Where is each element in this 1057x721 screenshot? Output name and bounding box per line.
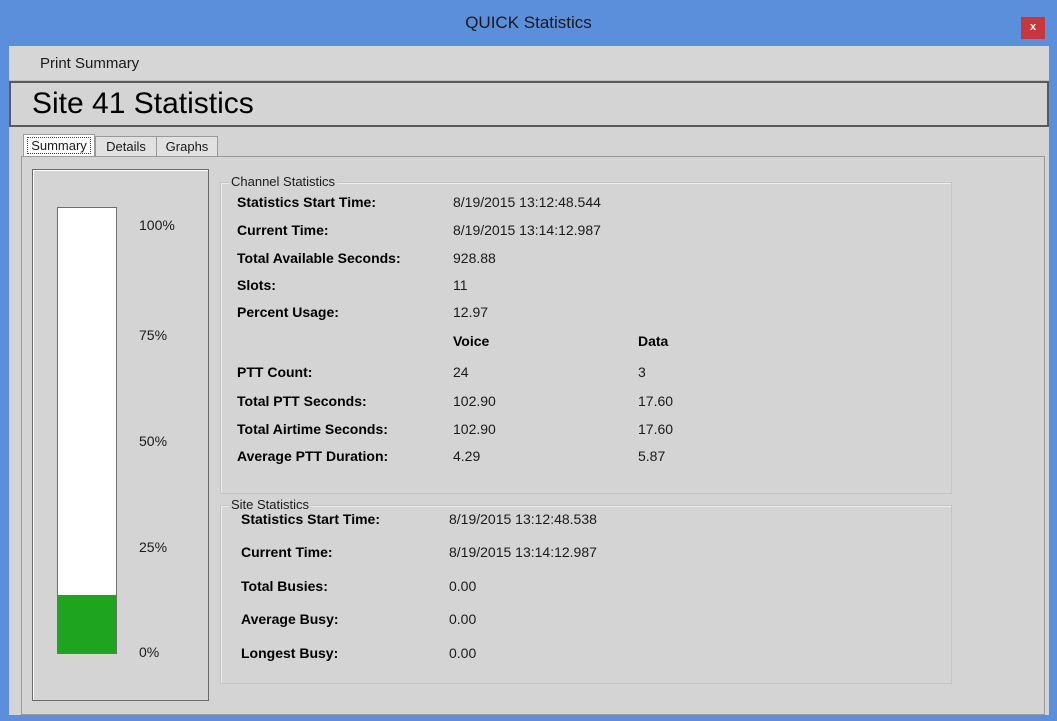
channel-current-time-label: Current Time: bbox=[237, 222, 329, 238]
site-statistics-group: Site Statistics Statistics Start Time: 8… bbox=[220, 497, 952, 684]
longest-busy-value: 0.00 bbox=[449, 645, 477, 661]
slots-value: 11 bbox=[453, 277, 468, 293]
channel-statistics-title: Channel Statistics bbox=[229, 174, 338, 189]
ptt-count-label: PTT Count: bbox=[237, 364, 313, 380]
longest-busy-label: Longest Busy: bbox=[241, 645, 339, 661]
meter-label-100: 100% bbox=[139, 217, 175, 233]
meter-label-75: 75% bbox=[139, 327, 168, 343]
channel-start-time-value: 8/19/2015 13:12:48.544 bbox=[453, 194, 601, 210]
title-bar[interactable]: QUICK Statistics x bbox=[0, 0, 1057, 46]
menu-print-summary[interactable]: Print Summary bbox=[40, 55, 139, 72]
site-title-box: Site 41 Statistics bbox=[9, 81, 1049, 127]
meter-label-50: 50% bbox=[139, 433, 168, 449]
site-current-time-label: Current Time: bbox=[241, 544, 333, 560]
total-airtime-seconds-voice: 102.90 bbox=[453, 421, 496, 437]
meter-label-25: 25% bbox=[139, 539, 168, 555]
average-ptt-duration-label: Average PTT Duration: bbox=[237, 448, 389, 464]
channel-statistics-group: Channel Statistics Statistics Start Time… bbox=[220, 174, 952, 494]
ptt-count-voice: 24 bbox=[453, 364, 469, 380]
total-ptt-seconds-voice: 102.90 bbox=[453, 393, 496, 409]
average-ptt-duration-voice: 4.29 bbox=[453, 448, 481, 464]
site-start-time-label: Statistics Start Time: bbox=[241, 511, 381, 527]
total-busies-label: Total Busies: bbox=[241, 578, 328, 594]
tab-summary-label: Summary bbox=[27, 137, 91, 154]
usage-meter-track bbox=[57, 207, 117, 654]
total-ptt-seconds-label: Total PTT Seconds: bbox=[237, 393, 367, 409]
percent-usage-value: 12.97 bbox=[453, 304, 489, 320]
channel-start-time-label: Statistics Start Time: bbox=[237, 194, 377, 210]
tab-graphs-label: Graphs bbox=[165, 139, 209, 154]
total-airtime-seconds-data: 17.60 bbox=[638, 421, 674, 437]
meter-label-0: 0% bbox=[139, 644, 160, 660]
ptt-count-data: 3 bbox=[638, 364, 646, 380]
total-available-seconds-label: Total Available Seconds: bbox=[237, 250, 401, 266]
close-icon: x bbox=[1029, 21, 1037, 33]
total-ptt-seconds-data: 17.60 bbox=[638, 393, 674, 409]
tab-summary[interactable]: Summary bbox=[23, 134, 95, 157]
usage-meter-frame: 100% 75% 50% 25% 0% bbox=[32, 169, 209, 701]
tab-details[interactable]: Details bbox=[95, 136, 157, 156]
site-statistics-title: Site Statistics bbox=[229, 497, 312, 512]
percent-usage-label: Percent Usage: bbox=[237, 304, 339, 320]
average-ptt-duration-data: 5.87 bbox=[638, 448, 666, 464]
page-title: Site 41 Statistics bbox=[32, 87, 254, 120]
window-title: QUICK Statistics bbox=[465, 13, 592, 32]
client-area: Print Summary Site 41 Statistics Summary… bbox=[9, 46, 1049, 715]
average-busy-value: 0.00 bbox=[449, 611, 477, 627]
voice-column-header: Voice bbox=[453, 333, 490, 349]
summary-panel: 100% 75% 50% 25% 0% Channel Statistics S… bbox=[21, 156, 1045, 715]
average-busy-label: Average Busy: bbox=[241, 611, 339, 627]
total-busies-value: 0.00 bbox=[449, 578, 477, 594]
site-current-time-value: 8/19/2015 13:14:12.987 bbox=[449, 544, 597, 560]
quick-statistics-window: QUICK Statistics x Print Summary Site 41… bbox=[0, 0, 1057, 721]
tab-details-label: Details bbox=[106, 139, 146, 154]
total-available-seconds-value: 928.88 bbox=[453, 250, 496, 266]
usage-meter-fill bbox=[58, 595, 116, 653]
close-button[interactable]: x bbox=[1021, 17, 1045, 39]
channel-current-time-value: 8/19/2015 13:14:12.987 bbox=[453, 222, 601, 238]
window-bottom-border bbox=[9, 715, 1049, 721]
site-start-time-value: 8/19/2015 13:12:48.538 bbox=[449, 511, 597, 527]
menu-bar: Print Summary bbox=[9, 46, 1049, 81]
tab-graphs[interactable]: Graphs bbox=[156, 136, 218, 156]
total-airtime-seconds-label: Total Airtime Seconds: bbox=[237, 421, 388, 437]
data-column-header: Data bbox=[638, 333, 669, 349]
slots-label: Slots: bbox=[237, 277, 276, 293]
